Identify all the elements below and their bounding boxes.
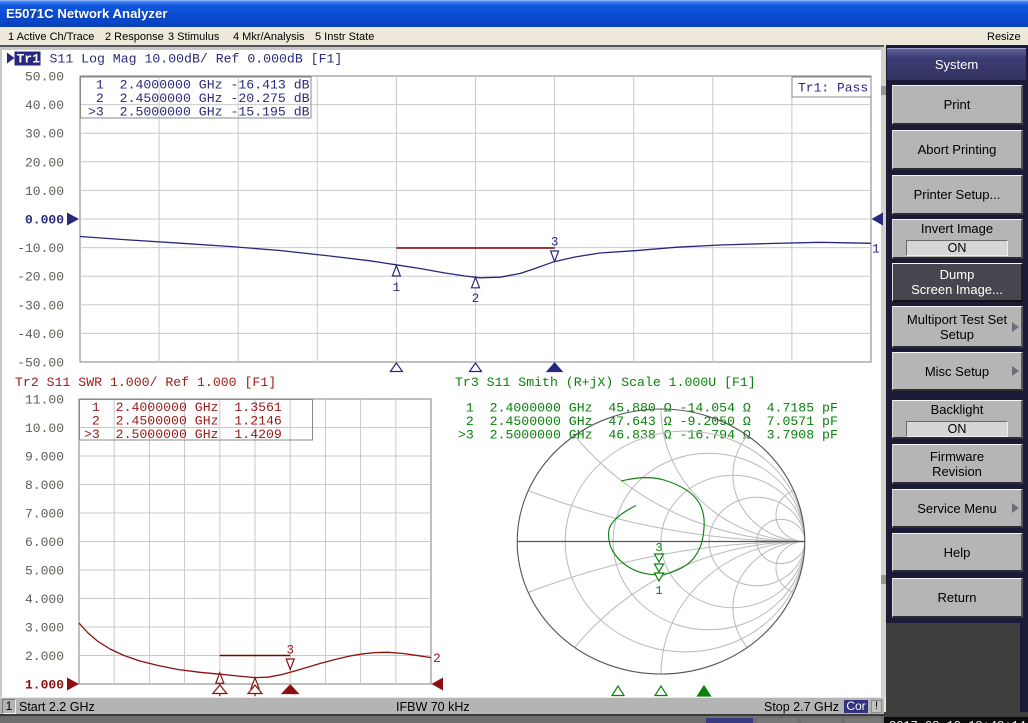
svg-text:2: 2 xyxy=(433,651,441,666)
svg-text:4.000: 4.000 xyxy=(25,592,64,607)
svg-text:1: 1 xyxy=(655,584,662,598)
svg-text:Tr1: Tr1 xyxy=(17,52,41,67)
svg-text:1: 1 xyxy=(872,242,880,257)
svg-text:3: 3 xyxy=(551,236,559,250)
svg-text:2: 2 xyxy=(472,292,480,306)
svg-text:3: 3 xyxy=(286,644,294,658)
svg-text:Tr2 S11 SWR 1.000/ Ref 1.000 [: Tr2 S11 SWR 1.000/ Ref 1.000 [F1] xyxy=(15,375,276,390)
svg-text:10.00: 10.00 xyxy=(25,184,64,199)
svg-text:7.000: 7.000 xyxy=(25,507,64,522)
svg-text:>3 2.5000000 GHz 1.4209: >3 2.5000000 GHz 1.4209 xyxy=(84,427,282,442)
svg-text:10.00: 10.00 xyxy=(25,421,64,436)
svg-text:20.00: 20.00 xyxy=(25,155,64,170)
svg-text:Tr3 S11 Smith (R+jX) Scale 1.0: Tr3 S11 Smith (R+jX) Scale 1.000U [F1] xyxy=(455,375,756,390)
svg-text:2.000: 2.000 xyxy=(25,649,64,664)
svg-text:-50.00: -50.00 xyxy=(17,356,64,371)
svg-text:8.000: 8.000 xyxy=(25,478,64,493)
svg-text:3: 3 xyxy=(655,541,662,555)
svg-text:>3 2.5000000 GHz -15.195 dB: >3 2.5000000 GHz -15.195 dB xyxy=(88,105,310,120)
svg-text:-30.00: -30.00 xyxy=(17,298,64,313)
svg-text:6.000: 6.000 xyxy=(25,535,64,550)
svg-text:-40.00: -40.00 xyxy=(17,327,64,342)
svg-text:9.000: 9.000 xyxy=(25,450,64,465)
svg-text:40.00: 40.00 xyxy=(25,98,64,113)
svg-text:1: 1 xyxy=(393,281,401,295)
svg-text:30.00: 30.00 xyxy=(25,127,64,142)
svg-text:-10.00: -10.00 xyxy=(17,241,64,256)
svg-text:Tr1: Pass: Tr1: Pass xyxy=(798,81,868,96)
svg-text:1.000: 1.000 xyxy=(25,678,64,693)
svg-text:50.00: 50.00 xyxy=(25,70,64,85)
svg-text:>3 2.5000000 GHz 46.838 Ω -1: >3 2.5000000 GHz 46.838 Ω -16.794 Ω 3.79… xyxy=(458,427,838,442)
svg-text:11.00: 11.00 xyxy=(25,393,64,408)
svg-text:0.000: 0.000 xyxy=(25,213,64,228)
svg-text:3.000: 3.000 xyxy=(25,621,64,636)
svg-text:-20.00: -20.00 xyxy=(17,270,64,285)
svg-text:S11 Log Mag 10.00dB/ Ref 0.000: S11 Log Mag 10.00dB/ Ref 0.000dB [F1] xyxy=(50,52,343,67)
svg-text:5.000: 5.000 xyxy=(25,564,64,579)
